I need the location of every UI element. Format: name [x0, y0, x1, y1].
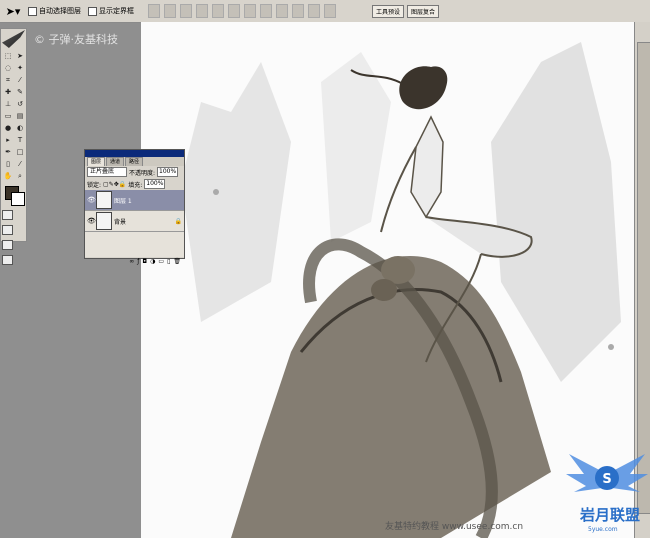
opacity-field[interactable]: 100% — [157, 167, 179, 177]
document-canvas[interactable] — [141, 22, 634, 538]
panel-titlebar[interactable] — [85, 150, 184, 157]
checkbox-box[interactable] — [28, 6, 37, 16]
gradient-tool-icon[interactable]: ▤ — [15, 111, 25, 121]
fx-icon[interactable]: ƒ — [137, 258, 139, 266]
adjustment-icon[interactable]: ◑ — [150, 258, 155, 266]
align-right-icon[interactable] — [228, 4, 240, 18]
logo-text: 岩月联盟 — [580, 506, 641, 524]
move-tool-icon[interactable]: ➤ — [15, 51, 25, 61]
shape-tool-icon[interactable]: □ — [15, 147, 25, 157]
fill-field[interactable]: 100% — [144, 179, 166, 189]
link-icon[interactable]: ∞ — [129, 258, 134, 266]
blend-mode-select[interactable]: 正片叠底 — [87, 167, 127, 177]
checkbox-box[interactable] — [88, 6, 97, 16]
layer-row[interactable]: 👁 图层 1 — [85, 190, 184, 211]
eye-icon[interactable]: 👁 — [87, 196, 96, 204]
photoshop-feather-logo — [2, 30, 25, 48]
zoom-tool-icon[interactable]: ⌕ — [15, 171, 25, 181]
color-swatches — [3, 186, 25, 206]
type-tool-icon[interactable]: T — [15, 135, 25, 145]
eye-icon[interactable]: 👁 — [87, 217, 96, 225]
align-left-icon[interactable] — [196, 4, 208, 18]
marquee-tool-icon[interactable]: ⬚ — [3, 51, 13, 61]
layer-name: 背景 — [114, 218, 127, 226]
background-color[interactable] — [11, 192, 25, 206]
pen-tool-icon[interactable]: ✒ — [3, 147, 13, 157]
toolbox: ⬚ ➤ ◌ ✦ ⌗ ⁄ ✚ ✎ ⊥ ↺ ▭ ▤ ● ◐ ▸ T ✒ □ ▯ ⁄ … — [0, 28, 27, 265]
lock-label: 锁定: — [87, 181, 102, 189]
eraser-tool-icon[interactable]: ▭ — [3, 111, 13, 121]
layers-panel: 图层 通道 路径 正片叠底 不透明度: 100% 锁定: ▢✎✥🔒 填充: 10… — [84, 149, 185, 265]
show-transform-label: 显示定界框 — [99, 7, 134, 15]
site-logo: S 岩月联盟 5yue.com — [564, 444, 650, 538]
lasso-tool-icon[interactable]: ◌ — [3, 63, 13, 73]
mode-buttons — [1, 209, 26, 269]
blur-tool-icon[interactable]: ● — [3, 123, 13, 133]
clone-stamp-icon[interactable]: ⊥ — [3, 99, 13, 109]
layer-row[interactable]: 👁 背景 🔒 — [85, 211, 184, 232]
layers-empty-area — [85, 232, 184, 257]
panel-tabs: 图层 通道 路径 — [85, 157, 184, 166]
slice-tool-icon[interactable]: ⁄ — [15, 75, 25, 85]
tool-presets-tab[interactable]: 工具预设 — [372, 5, 405, 18]
lock-icons[interactable]: ▢✎✥🔒 — [103, 181, 126, 188]
options-bar: ➤▾ 自动选择图层 显示定界框 — [0, 0, 650, 23]
path-select-icon[interactable]: ▸ — [3, 135, 13, 145]
tool-grid: ⬚ ➤ ◌ ✦ ⌗ ⁄ ✚ ✎ ⊥ ↺ ▭ ▤ ● ◐ ▸ T ✒ □ ▯ ⁄ … — [1, 49, 26, 183]
watermark: © 子弹·友基科技 — [34, 33, 118, 46]
quickmask-mode-icon[interactable] — [2, 225, 13, 235]
new-layer-icon[interactable]: ▯ — [167, 258, 170, 266]
layer-name: 图层 1 — [114, 197, 132, 205]
distribute-middle-icon[interactable] — [260, 4, 272, 18]
winged-badge-icon: S — [566, 454, 648, 492]
blend-row: 正片叠底 不透明度: 100% — [85, 166, 184, 178]
panel-bottom-bar: ∞ ƒ ◘ ◑ ▭ ▯ 🗑 — [85, 257, 184, 267]
screen-mode-icon[interactable] — [2, 240, 13, 250]
lock-icon: 🔒 — [174, 217, 182, 225]
distribute-left-icon[interactable] — [292, 4, 304, 18]
badge-letter: S — [602, 472, 611, 487]
distribute-center-icon[interactable] — [308, 4, 320, 18]
show-transform-checkbox[interactable]: 显示定界框 — [88, 6, 134, 16]
standard-mode-icon[interactable] — [2, 210, 13, 220]
move-tool-icon[interactable]: ➤▾ — [2, 3, 24, 19]
trash-icon[interactable]: 🗑 — [173, 258, 181, 266]
palette-well: 工具预设 图层复合 — [372, 5, 440, 18]
lock-row: 锁定: ▢✎✥🔒 填充: 100% — [85, 178, 184, 190]
tab-layers[interactable]: 图层 — [87, 157, 106, 166]
fill-label: 填充: — [128, 181, 143, 189]
auto-select-label: 自动选择图层 — [39, 7, 81, 15]
dodge-tool-icon[interactable]: ◐ — [15, 123, 25, 133]
crop-tool-icon[interactable]: ⌗ — [3, 75, 13, 85]
layer-comps-tab[interactable]: 图层复合 — [407, 5, 440, 18]
folder-icon[interactable]: ▭ — [158, 258, 164, 266]
mask-icon[interactable]: ◘ — [142, 258, 147, 266]
align-bottom-icon[interactable] — [180, 4, 192, 18]
sketch-artwork — [141, 22, 634, 538]
distribute-right-icon[interactable] — [324, 4, 336, 18]
tab-paths[interactable]: 路径 — [125, 157, 144, 166]
align-buttons — [148, 4, 336, 18]
align-center-icon[interactable] — [212, 4, 224, 18]
brush-tool-icon[interactable]: ✎ — [15, 87, 25, 97]
fullscreen-mode-icon[interactable] — [2, 255, 13, 265]
opacity-label: 不透明度: — [129, 169, 156, 177]
distribute-bottom-icon[interactable] — [276, 4, 288, 18]
layer-thumbnail — [96, 191, 112, 209]
layer-thumbnail — [96, 212, 112, 230]
healing-brush-icon[interactable]: ✚ — [3, 87, 13, 97]
magic-wand-tool-icon[interactable]: ✦ — [15, 63, 25, 73]
eyedropper-icon[interactable]: ⁄ — [15, 159, 25, 169]
auto-select-checkbox[interactable]: 自动选择图层 — [28, 6, 81, 16]
logo-url: 5yue.com — [588, 526, 618, 533]
notes-tool-icon[interactable]: ▯ — [3, 159, 13, 169]
history-brush-icon[interactable]: ↺ — [15, 99, 25, 109]
tab-channels[interactable]: 通道 — [106, 157, 125, 166]
align-middle-icon[interactable] — [164, 4, 176, 18]
distribute-top-icon[interactable] — [244, 4, 256, 18]
tutorial-caption: 友基特约教程 www.usee.com.cn — [385, 522, 524, 532]
align-top-icon[interactable] — [148, 4, 160, 18]
hand-tool-icon[interactable]: ✋ — [3, 171, 13, 181]
